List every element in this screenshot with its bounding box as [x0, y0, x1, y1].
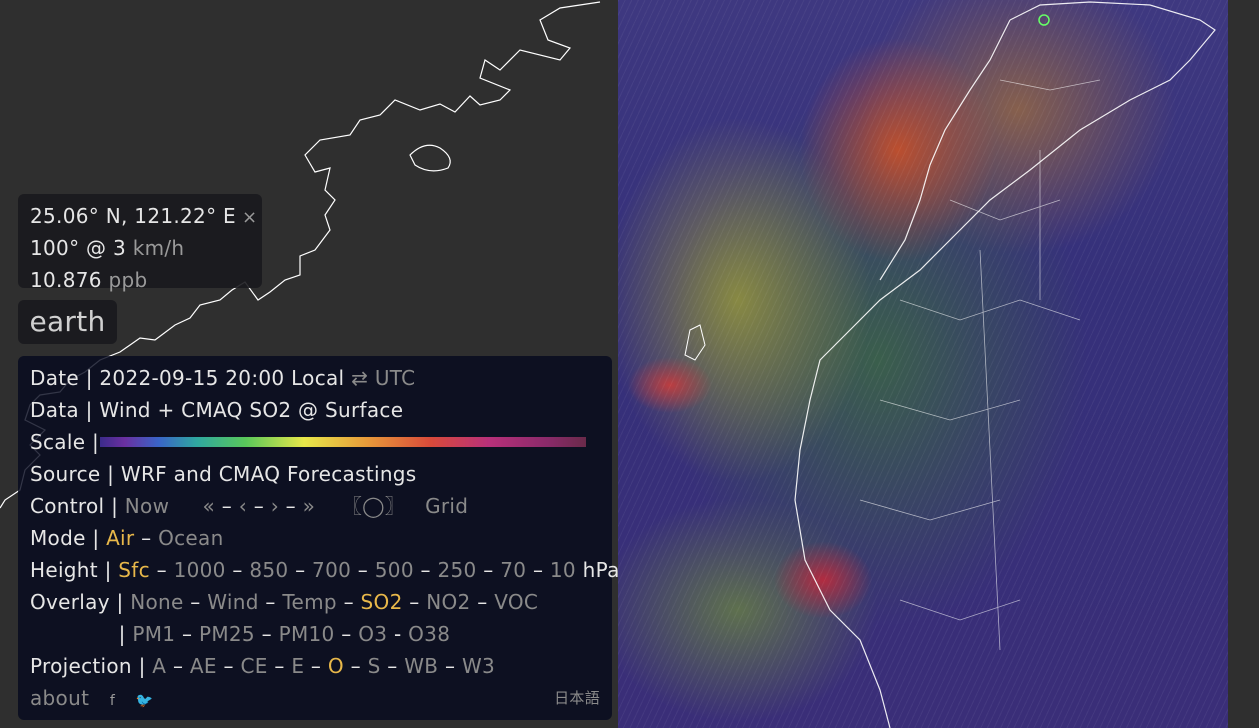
overlay-temp[interactable]: Temp: [282, 590, 337, 614]
overlay-voc[interactable]: VOC: [494, 590, 538, 614]
control-label: Control: [30, 494, 105, 518]
mode-row: Mode | Air – Ocean: [30, 526, 224, 550]
first-button[interactable]: «: [203, 494, 216, 518]
height-10[interactable]: 10: [550, 558, 576, 582]
projection-label: Projection: [30, 654, 132, 678]
projection-row: Projection | A – AE – CE – E – O – S – W…: [30, 654, 496, 678]
spot-wind-unit[interactable]: km/h: [133, 236, 185, 260]
earth-map-view[interactable]: 25.06° N, 121.22° E × 100° @ 3 km/h 10.87…: [0, 0, 1259, 728]
mode-label: Mode: [30, 526, 86, 550]
spot-wind-value: 100° @ 3: [30, 236, 127, 260]
so2-overlay-map[interactable]: [618, 0, 1228, 728]
date-label: Date: [30, 366, 80, 390]
height-700[interactable]: 700: [312, 558, 351, 582]
color-scale-bar[interactable]: [100, 437, 586, 447]
projection-a[interactable]: A: [152, 654, 166, 678]
overlay-so2[interactable]: SO2: [361, 590, 403, 614]
spot-overlay-unit[interactable]: ppb: [108, 268, 147, 292]
height-250[interactable]: 250: [437, 558, 476, 582]
projection-ce[interactable]: CE: [240, 654, 267, 678]
facebook-icon[interactable]: f: [110, 693, 115, 709]
mode-air[interactable]: Air: [106, 526, 134, 550]
next-button[interactable]: ›: [271, 494, 279, 518]
source-label: Source: [30, 462, 101, 486]
overlay-o38[interactable]: O38: [408, 622, 450, 646]
now-button[interactable]: Now: [125, 494, 169, 518]
utc-toggle[interactable]: UTC: [375, 366, 416, 390]
last-button[interactable]: »: [303, 494, 316, 518]
spot-overlay-row: 10.876 ppb: [30, 264, 250, 296]
spot-coords-row: 25.06° N, 121.22° E ×: [30, 200, 257, 232]
height-1000[interactable]: 1000: [174, 558, 226, 582]
control-row: Control | Now « – ‹ – › – » 〖◯〗 Grid: [30, 494, 469, 518]
date-value: 2022-09-15 20:00 Local: [99, 366, 345, 390]
swap-icon[interactable]: ⇄: [351, 366, 368, 390]
projection-o[interactable]: O: [328, 654, 344, 678]
overlay-pm10[interactable]: PM10: [279, 622, 335, 646]
overlay-pm25[interactable]: PM25: [199, 622, 255, 646]
spot-overlay-value: 10.876: [30, 268, 102, 292]
source-row: Source | WRF and CMAQ Forecastings: [30, 462, 417, 486]
scale-label: Scale: [30, 430, 86, 454]
height-row: Height | Sfc – 1000 – 850 – 700 – 500 – …: [30, 558, 620, 582]
data-row: Data | Wind + CMAQ SO2 @ Surface: [30, 398, 404, 422]
overlay-none[interactable]: None: [130, 590, 183, 614]
overlay-row-2: | PM1 – PM25 – PM10 – O3 - O38: [118, 622, 451, 646]
spot-wind-row: 100° @ 3 km/h: [30, 232, 250, 264]
menu-panel: Date | 2022-09-15 20:00 Local ⇄ UTC Data…: [18, 356, 620, 720]
app-title-button[interactable]: earth: [18, 300, 117, 344]
overlay-pm1[interactable]: PM1: [132, 622, 175, 646]
height-label: Height: [30, 558, 98, 582]
projection-ae[interactable]: AE: [190, 654, 217, 678]
source-value: WRF and CMAQ Forecastings: [120, 462, 417, 486]
language-link[interactable]: 日本語: [554, 682, 600, 714]
spot-info-panel: 25.06° N, 121.22° E × 100° @ 3 km/h 10.87…: [18, 194, 262, 292]
prev-button[interactable]: ‹: [239, 494, 247, 518]
overlay-label: Overlay: [30, 590, 110, 614]
overlay-o3[interactable]: O3: [358, 622, 387, 646]
data-label: Data: [30, 398, 79, 422]
data-value: Wind + CMAQ SO2 @ Surface: [99, 398, 404, 422]
about-link[interactable]: about: [30, 686, 89, 710]
grid-button[interactable]: Grid: [425, 494, 468, 518]
date-row: Date | 2022-09-15 20:00 Local ⇄ UTC: [30, 366, 416, 390]
map-edge: [1228, 0, 1259, 728]
projection-s[interactable]: S: [368, 654, 381, 678]
projection-e[interactable]: E: [291, 654, 304, 678]
height-850[interactable]: 850: [249, 558, 288, 582]
mode-ocean[interactable]: Ocean: [158, 526, 223, 550]
scale-row: Scale |: [30, 426, 600, 458]
close-icon[interactable]: ×: [242, 207, 257, 228]
projection-wb[interactable]: WB: [404, 654, 438, 678]
projection-w3[interactable]: W3: [462, 654, 495, 678]
height-unit: hPa: [582, 558, 620, 582]
locate-button[interactable]: 〖◯〗: [342, 494, 405, 518]
height-500[interactable]: 500: [375, 558, 414, 582]
overlay-wind[interactable]: Wind: [207, 590, 258, 614]
twitter-icon[interactable]: 🐦: [136, 693, 154, 709]
height-sfc[interactable]: Sfc: [118, 558, 150, 582]
overlay-row-1: Overlay | None – Wind – Temp – SO2 – NO2…: [30, 590, 539, 614]
height-70[interactable]: 70: [500, 558, 526, 582]
overlay-no2[interactable]: NO2: [426, 590, 470, 614]
footer-row: about f 🐦 日本語: [30, 682, 600, 714]
spot-coords: 25.06° N, 121.22° E: [30, 204, 236, 228]
